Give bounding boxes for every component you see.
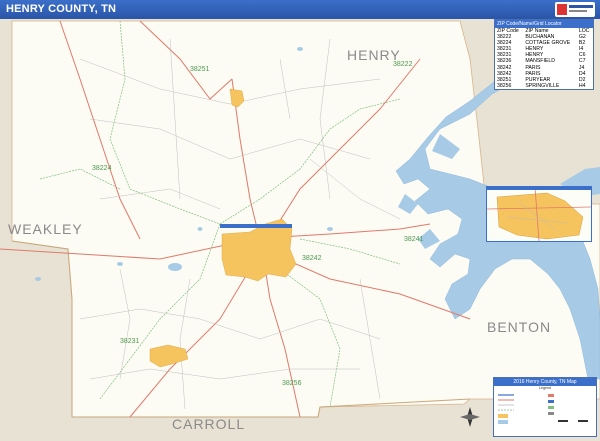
zip-label: 38241 — [404, 236, 424, 243]
logo-mark — [557, 4, 567, 15]
zip-label: 38256 — [282, 380, 302, 387]
table-row: 38236 MANSFIELD C7 — [495, 58, 593, 64]
title-bar: HENRY COUNTY, TN — [0, 0, 600, 19]
zip-table-grid: ZIP Code ZIP Name LOC 38222 BUCHANAN G2 38… — [495, 28, 593, 89]
zip-label: 38231 — [120, 338, 140, 345]
table-row: 38251 PURYEAR D2 — [495, 77, 593, 83]
legend-symbols — [498, 394, 588, 424]
zip-label: 38222 — [393, 61, 413, 68]
zip-locator-table: ZIP Code/Name/Grid Locator ZIP Code ZIP … — [494, 19, 594, 90]
paris-highlight-bar — [220, 224, 292, 228]
zip-label: 38242 — [302, 255, 322, 262]
legend-title: 2016 Henry County, TN Map — [494, 378, 596, 386]
map-legend: 2016 Henry County, TN Map Legend — [493, 377, 597, 437]
zip-label: 38224 — [92, 165, 112, 172]
inset-graphic — [487, 187, 591, 241]
zip-table-title: ZIP Code/Name/Grid Locator — [495, 20, 593, 28]
zip-label: 38251 — [190, 66, 210, 73]
loc-cell: H4 — [578, 82, 586, 89]
county-label-benton: BENTON — [487, 319, 551, 335]
page-title: HENRY COUNTY, TN — [6, 3, 117, 15]
paris-inset-map — [486, 186, 592, 242]
zip-name-cell: SPRINGVILLE — [525, 82, 560, 89]
county-label-weakley: WEAKLEY — [8, 221, 83, 237]
logo-text-bar — [569, 10, 587, 12]
zip-cell: 38256 — [497, 82, 512, 89]
table-row: 38256 SPRINGVILLE H4 — [495, 83, 593, 89]
county-label-carroll: CARROLL — [172, 416, 245, 432]
publisher-logo — [555, 2, 595, 17]
inset-header — [487, 187, 591, 190]
logo-text-bar — [569, 5, 593, 8]
